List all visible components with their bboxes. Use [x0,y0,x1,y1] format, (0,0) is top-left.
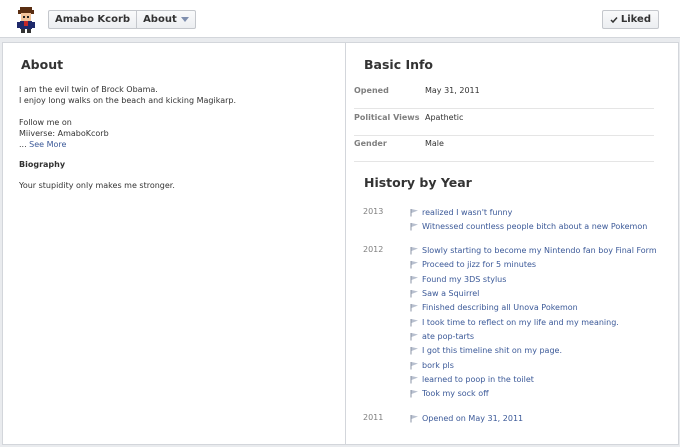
info-value: Apathetic [425,113,464,122]
info-value: May 31, 2011 [425,86,480,95]
liked-label: Liked [620,14,651,25]
event-label: bork pls [422,360,454,370]
chevron-down-icon [180,17,189,22]
info-value: Male [425,139,444,148]
profile-name-button[interactable]: Amabo Kcorb [49,11,136,28]
timeline-event[interactable]: learned to poop in the toilet [410,374,534,384]
section-dropdown[interactable]: About [136,11,195,28]
info-label: Gender [354,139,387,148]
event-label: Took my sock off [422,388,489,398]
event-label: Witnessed countless people bitch about a… [422,221,648,231]
timeline-event[interactable]: Finished describing all Unova Pokemon [410,302,578,312]
year-label: 2011 [363,413,384,422]
flag-icon [410,246,418,254]
about-line: I am the evil twin of Brock Obama. [19,85,158,94]
event-label: Finished describing all Unova Pokemon [422,302,578,312]
event-label: realized I wasn't funny [422,207,513,217]
timeline-event[interactable]: bork pls [410,360,454,370]
about-line: I enjoy long walks on the beach and kick… [19,96,237,105]
flag-icon [410,208,418,216]
biography-text: Your stupidity only makes me stronger. [19,181,175,190]
timeline-event[interactable]: ate pop-tarts [410,331,474,341]
avatar[interactable] [11,4,41,34]
flag-icon [410,389,418,397]
flag-icon [410,303,418,311]
see-more-line: ... See More [19,140,66,150]
flag-icon [410,361,418,369]
about-line: Follow me on [19,118,72,127]
timeline-event[interactable]: Slowly starting to become my Nintendo fa… [410,245,657,255]
timeline-event[interactable]: Took my sock off [410,388,489,398]
timeline-event[interactable]: realized I wasn't funny [410,207,512,217]
timeline-event[interactable]: Proceed to jizz for 5 minutes [410,259,536,269]
info-row-political: Political Views Apathetic [354,110,654,136]
event-label: learned to poop in the toilet [422,374,534,384]
info-row-gender: Gender Male [354,136,654,162]
event-label: I got this timeline shit on my page. [422,345,562,355]
flag-icon [410,260,418,268]
ellipsis: ... [19,140,30,149]
event-label: Found my 3DS stylus [422,274,507,284]
event-label: Proceed to jizz for 5 minutes [422,259,537,269]
about-panel: About I am the evil twin of Brock Obama.… [2,42,679,445]
see-more-link[interactable]: See More [29,140,66,149]
flag-icon [410,318,418,326]
liked-button[interactable]: Liked [601,10,659,29]
section-label: About [143,14,177,25]
year-label: 2013 [363,207,384,216]
flag-icon [410,332,418,340]
column-divider [345,43,346,444]
basic-info-title: Basic Info [364,57,434,72]
info-label: Opened [354,86,389,95]
biography-title: Biography [19,160,66,169]
about-line: Miiverse: AmaboKcorb [19,129,109,138]
flag-icon [410,275,418,283]
profile-nav: Amabo Kcorb About [48,10,196,29]
flag-icon [410,375,418,383]
timeline-event[interactable]: Witnessed countless people bitch about a… [410,221,647,231]
event-label: Opened on May 31, 2011 [422,413,524,423]
about-title: About [21,57,64,72]
info-label: Political Views [354,113,420,122]
year-label: 2012 [363,245,384,254]
flag-icon [410,222,418,230]
history-title: History by Year [364,175,472,190]
timeline-event[interactable]: Opened on May 31, 2011 [410,413,523,423]
flag-icon [410,346,418,354]
event-label: Slowly starting to become my Nintendo fa… [422,245,657,255]
timeline-event[interactable]: I took time to reflect on my life and my… [410,317,619,327]
event-label: Saw a Squirrel [422,288,480,298]
timeline-event[interactable]: I got this timeline shit on my page. [410,345,562,355]
timeline-event[interactable]: Found my 3DS stylus [410,274,506,284]
top-bar: Amabo Kcorb About Liked [0,0,680,38]
check-icon [610,16,618,23]
event-label: I took time to reflect on my life and my… [422,317,619,327]
timeline-event[interactable]: Saw a Squirrel [410,288,479,298]
event-label: ate pop-tarts [422,331,475,341]
flag-icon [410,414,418,422]
flag-icon [410,289,418,297]
info-row-opened: Opened May 31, 2011 [354,83,654,109]
